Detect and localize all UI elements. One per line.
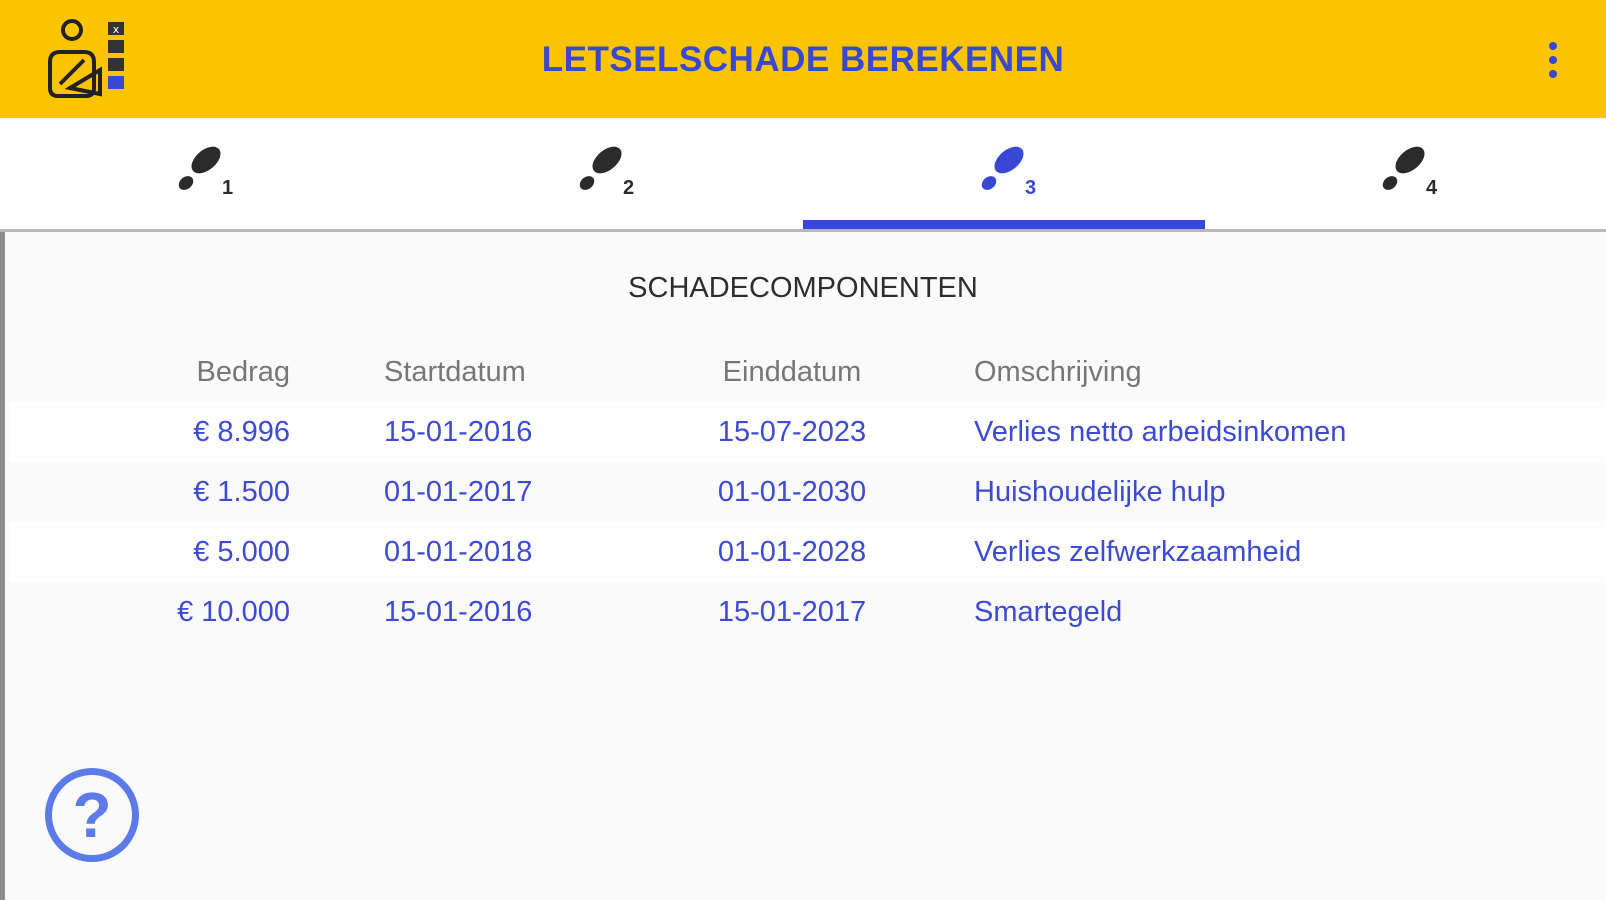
row-amount: € 1.500 bbox=[193, 476, 290, 508]
row-description: Verlies zelfwerkzaamheid bbox=[974, 536, 1302, 568]
footprint-icon: 3 bbox=[981, 146, 1036, 199]
row-end-date: 15-01-2017 bbox=[717, 596, 867, 628]
column-header-end-date: Einddatum bbox=[722, 356, 862, 388]
row-description: Smartegeld bbox=[974, 596, 1123, 628]
row-amount: € 5.000 bbox=[193, 536, 290, 568]
row-amount: € 8.996 bbox=[193, 416, 290, 448]
app-title: LETSELSCHADE BEREKENEN bbox=[541, 40, 1065, 79]
row-start-date: 01-01-2018 bbox=[384, 536, 533, 568]
row-description: Verlies netto arbeidsinkomen bbox=[974, 416, 1347, 448]
left-edge-shadow bbox=[0, 232, 5, 900]
tab-step-number: 4 bbox=[1426, 177, 1438, 199]
column-header-start-date: Startdatum bbox=[384, 356, 526, 388]
row-end-date: 01-01-2030 bbox=[717, 476, 867, 508]
tab-step-1[interactable]: 1 bbox=[0, 118, 402, 229]
tab-step-number: 2 bbox=[623, 177, 634, 199]
tab-step-2[interactable]: 2 bbox=[402, 118, 804, 229]
row-start-date: 01-01-2017 bbox=[384, 476, 533, 508]
table-row[interactable]: € 10.000 15-01-2016 15-01-2017 Smartegel… bbox=[10, 582, 1606, 642]
footprint-icon: 4 bbox=[1383, 146, 1438, 199]
column-header-description: Omschrijving bbox=[974, 356, 1142, 388]
damage-components-table: Bedrag Startdatum Einddatum Omschrijving… bbox=[10, 342, 1606, 642]
row-start-date: 15-01-2016 bbox=[384, 596, 533, 628]
help-circle-icon[interactable]: ? bbox=[45, 768, 139, 862]
row-end-date: 01-01-2028 bbox=[717, 536, 867, 568]
step-tabs: 1 2 3 4 bbox=[0, 118, 1606, 232]
app-bar: x LETSELSCHADE BEREKENEN bbox=[0, 0, 1606, 118]
table-header: Bedrag Startdatum Einddatum Omschrijving bbox=[10, 342, 1606, 402]
row-amount: € 10.000 bbox=[177, 596, 290, 628]
tab-step-number: 3 bbox=[1025, 177, 1036, 199]
table-row[interactable]: € 5.000 01-01-2018 01-01-2028 Verlies ze… bbox=[10, 522, 1606, 582]
column-header-amount: Bedrag bbox=[196, 356, 290, 388]
table-row[interactable]: € 1.500 01-01-2017 01-01-2030 Huishoudel… bbox=[10, 462, 1606, 522]
footprint-icon: 1 bbox=[178, 146, 233, 199]
row-end-date: 15-07-2023 bbox=[717, 416, 867, 448]
row-description: Huishoudelijke hulp bbox=[974, 476, 1226, 508]
active-tab-indicator bbox=[803, 220, 1205, 229]
tab-step-4[interactable]: 4 bbox=[1205, 118, 1606, 229]
tab-step-number: 1 bbox=[222, 177, 233, 199]
svg-text:x: x bbox=[113, 23, 120, 36]
more-vert-icon[interactable] bbox=[1538, 36, 1568, 84]
row-start-date: 15-01-2016 bbox=[384, 416, 533, 448]
table-row[interactable]: € 8.996 15-01-2016 15-07-2023 Verlies ne… bbox=[10, 402, 1606, 462]
footprint-icon: 2 bbox=[580, 146, 634, 199]
section-title: SCHADECOMPONENTEN bbox=[628, 272, 978, 304]
tab-step-3[interactable]: 3 bbox=[803, 118, 1205, 229]
